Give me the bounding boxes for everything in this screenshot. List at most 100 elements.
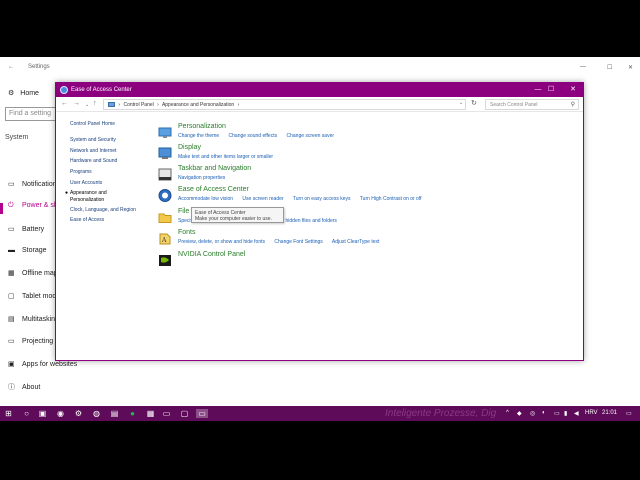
left-nav-clock[interactable]: Clock, Language, and Region <box>70 207 136 213</box>
left-nav-network[interactable]: Network and Internet <box>70 148 116 154</box>
breadcrumb-appearance[interactable]: Appearance and Personalization <box>162 102 234 108</box>
file-explorer-icon[interactable]: ▤ <box>110 409 119 418</box>
sidebar-item-tablet-mode[interactable]: ▢ Tablet mode <box>8 292 60 300</box>
link-high-contrast[interactable]: Turn High Contrast on or off <box>360 196 422 202</box>
tray-app-icon[interactable]: ◎ <box>530 410 535 417</box>
steam-icon[interactable]: ◉ <box>56 409 65 418</box>
link-text-size[interactable]: Make text and other items larger or smal… <box>178 154 273 160</box>
battery-tray-icon[interactable]: ▮ <box>564 410 567 417</box>
back-icon[interactable]: ← <box>61 100 68 107</box>
projector-icon: ▭ <box>8 338 15 345</box>
left-nav-home[interactable]: Control Panel Home <box>70 121 115 127</box>
link-easy-access-keys[interactable]: Turn on easy access keys <box>293 196 351 202</box>
link-low-vision[interactable]: Accommodate low vision <box>178 196 233 202</box>
svg-text:A: A <box>161 237 167 244</box>
cp-close-icon[interactable]: ✕ <box>568 85 578 95</box>
breadcrumb-sep: › <box>157 102 159 108</box>
category-title[interactable]: Taskbar and Navigation <box>178 165 251 172</box>
tray-app-icon[interactable]: ◐ <box>542 410 546 416</box>
active-indicator <box>0 203 3 214</box>
link-change-sound-effects[interactable]: Change sound effects <box>229 133 278 139</box>
storage-icon: ▬ <box>8 247 15 254</box>
cp-maximize-icon[interactable]: ☐ <box>546 85 556 95</box>
maximize-icon[interactable]: ☐ <box>607 64 612 71</box>
link-preview-fonts[interactable]: Preview, delete, or show and hide fonts <box>178 239 265 245</box>
gear-icon: ⚙ <box>8 90 15 97</box>
start-windows-icon[interactable]: ⊞ <box>4 409 13 418</box>
cp-titlebar: Ease of Access Center — ☐ ✕ <box>56 83 583 97</box>
link-navigation-properties[interactable]: Navigation properties <box>178 175 225 181</box>
search-taskbar-icon[interactable]: ○ <box>22 409 31 418</box>
link-font-settings[interactable]: Change Font Settings <box>274 239 322 245</box>
personalization-icon <box>158 127 172 138</box>
refresh-icon[interactable]: ↻ <box>471 99 477 107</box>
notifications-icon[interactable]: ▭ <box>626 410 632 417</box>
category-links: Accommodate low vision Use screen reader… <box>178 196 430 202</box>
terminal-icon[interactable]: ▭ <box>162 409 171 418</box>
up-icon[interactable]: ↑ <box>93 100 97 107</box>
network-icon[interactable]: ▭ <box>554 410 560 417</box>
sidebar-item-offline-maps[interactable]: ▦ Offline maps <box>8 269 61 277</box>
breadcrumb-control-panel[interactable]: Control Panel <box>123 102 153 108</box>
display-icon <box>158 147 172 159</box>
sidebar-item-battery[interactable]: ▭ Battery <box>8 225 44 233</box>
chrome-icon[interactable]: ◍ <box>92 409 101 418</box>
minimize-icon[interactable]: — <box>580 64 586 70</box>
store-icon[interactable]: ▦ <box>146 409 155 418</box>
recent-chevron-icon[interactable]: ⌄ <box>85 102 89 108</box>
forward-icon[interactable]: → <box>73 100 80 107</box>
breadcrumb-sep: › <box>118 102 121 108</box>
settings-section-label: System <box>5 134 29 141</box>
sidebar-item-storage[interactable]: ▬ Storage <box>8 247 47 254</box>
link-change-screen-saver[interactable]: Change screen saver <box>286 133 334 139</box>
folder-icon <box>158 213 172 223</box>
settings-home[interactable]: ⚙ Home <box>8 89 39 97</box>
ease-of-access-center-icon <box>158 189 172 202</box>
battery-icon: ▭ <box>8 226 15 233</box>
left-nav-programs[interactable]: Programs <box>70 169 92 175</box>
breadcrumb[interactable]: › Control Panel › Appearance and Persona… <box>103 99 466 110</box>
address-dropdown-icon[interactable]: ⌄ <box>459 100 463 106</box>
breadcrumb-sep: › <box>237 102 240 108</box>
app-icon[interactable]: ▢ <box>180 409 189 418</box>
spotify-icon[interactable]: ● <box>128 409 137 418</box>
category-title[interactable]: Personalization <box>178 123 226 130</box>
left-nav-hardware[interactable]: Hardware and Sound <box>70 158 117 164</box>
settings-taskbar-icon[interactable]: ⚙ <box>74 409 83 418</box>
ease-of-access-icon <box>60 86 68 94</box>
left-nav-user-accounts[interactable]: User Accounts <box>70 180 102 186</box>
link-change-theme[interactable]: Change the theme <box>178 133 219 139</box>
back-arrow-icon[interactable]: ← <box>8 64 14 70</box>
tray-app-icon[interactable]: ◆ <box>517 410 522 417</box>
control-panel-taskbar-icon[interactable]: ▭ <box>196 409 208 418</box>
clock[interactable]: 21:01 <box>602 410 617 416</box>
language-indicator[interactable]: HRV <box>585 410 598 416</box>
left-nav-ease-of-access[interactable]: Ease of Access <box>70 217 104 223</box>
category-links: Make text and other items larger or smal… <box>178 154 281 160</box>
category-links: Preview, delete, or show and hide fonts … <box>178 239 387 245</box>
left-nav-system-security[interactable]: System and Security <box>70 137 116 143</box>
category-title[interactable]: Fonts <box>178 229 196 236</box>
category-title[interactable]: File <box>178 208 189 215</box>
control-panel-icon <box>108 102 115 108</box>
search-icon: ⚲ <box>570 102 575 108</box>
category-title[interactable]: Ease of Access Center <box>178 186 249 193</box>
cp-search-input[interactable]: Search Control Panel ⚲ <box>485 99 579 110</box>
category-links: Navigation properties <box>178 175 233 181</box>
sidebar-item-about[interactable]: ⓘ About <box>8 382 40 392</box>
taskbar-icon <box>158 168 172 181</box>
link-screen-reader[interactable]: Use screen reader <box>242 196 283 202</box>
category-title[interactable]: NVIDIA Control Panel <box>178 251 245 258</box>
close-icon[interactable]: ✕ <box>628 64 633 71</box>
task-view-icon[interactable]: ▣ <box>38 409 47 418</box>
taskbar: ⊞ ○ ▣ ◉ ⚙ ◍ ▤ ● ▦ ▭ ▢ ▭ Inteligente Proz… <box>0 406 640 421</box>
tooltip-desc: Make your computer easier to use. <box>195 216 272 222</box>
sidebar-item-apps-websites[interactable]: ▣ Apps for websites <box>8 360 77 368</box>
volume-icon[interactable]: ◀ <box>574 410 579 417</box>
category-title[interactable]: Display <box>178 144 201 151</box>
sidebar-item-multitasking[interactable]: ▤ Multitasking <box>8 315 59 323</box>
link-cleartype[interactable]: Adjust ClearType text <box>332 239 380 245</box>
watermark-text: Inteligente Prozesse, Dig <box>385 408 497 419</box>
tray-chevron-icon[interactable]: ^ <box>506 410 509 416</box>
cp-minimize-icon[interactable]: — <box>533 85 543 95</box>
